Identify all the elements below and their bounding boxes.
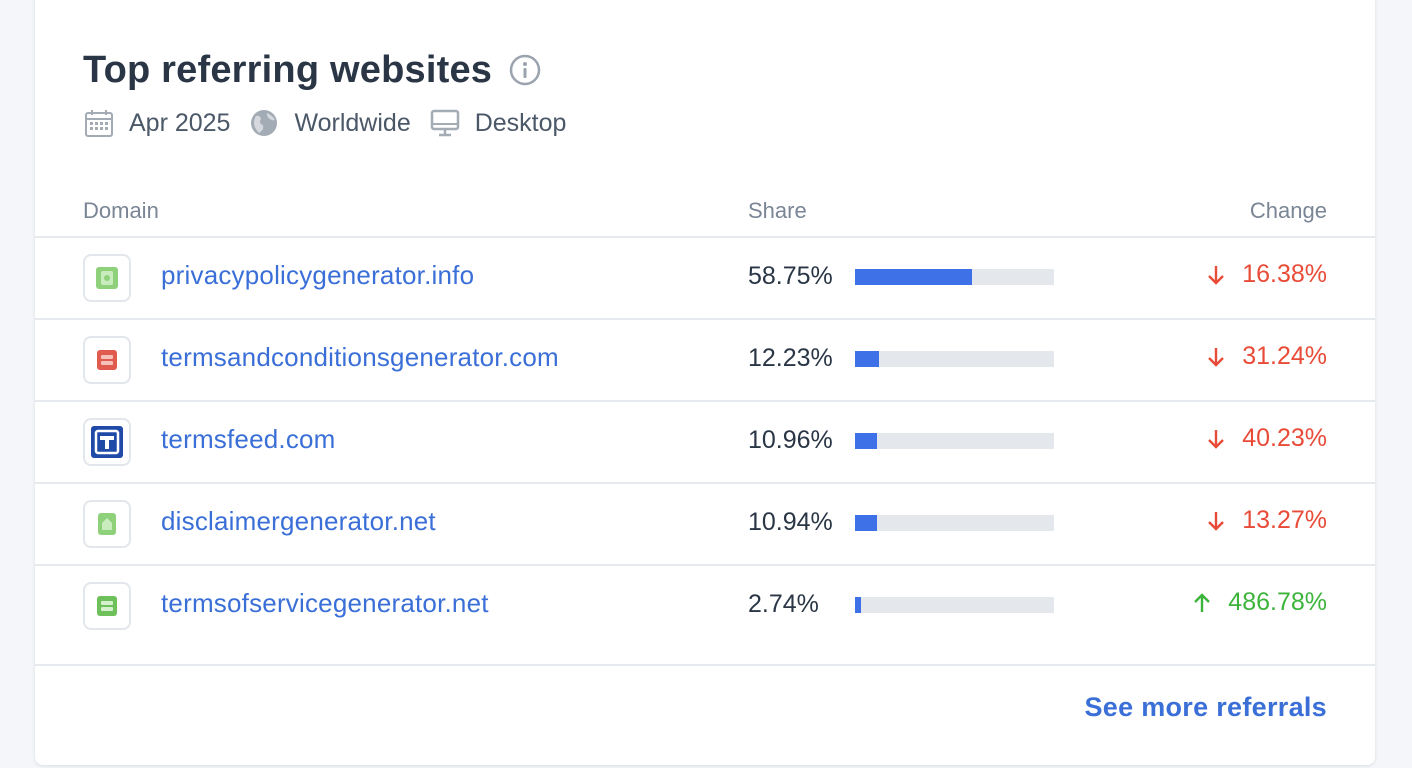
change-cell: 40.23% (1204, 424, 1327, 453)
share-bar (855, 269, 1054, 285)
share-value: 12.23% (748, 344, 833, 372)
share-column-header[interactable]: Share (748, 198, 807, 224)
share-bar (855, 351, 1054, 367)
meta-row: Apr 2025 Worldwide Desktop (83, 103, 1327, 143)
device-label: Desktop (474, 108, 567, 137)
share-bar-fill (855, 515, 877, 531)
change-cell: 16.38% (1204, 260, 1327, 289)
arrow-down-icon (1204, 345, 1228, 369)
domain-link[interactable]: privacypolicygenerator.info (161, 260, 474, 291)
table-row: termsandconditionsgenerator.com 12.23% 3… (35, 320, 1375, 402)
change-value: 486.78% (1228, 588, 1327, 616)
change-value: 31.24% (1242, 342, 1327, 370)
favicon-icon (83, 500, 131, 548)
table-row: privacypolicygenerator.info 58.75% 16.38… (35, 238, 1375, 320)
arrow-down-icon (1204, 427, 1228, 451)
share-bar (855, 515, 1054, 531)
change-value: 13.27% (1242, 506, 1327, 534)
referrals-table: privacypolicygenerator.info 58.75% 16.38… (35, 238, 1375, 666)
arrow-down-icon (1204, 263, 1228, 287)
share-bar (855, 433, 1054, 449)
change-column-header[interactable]: Change (1250, 198, 1327, 224)
arrow-down-icon (1204, 509, 1228, 533)
share-value: 10.94% (748, 508, 833, 536)
share-bar-fill (855, 269, 972, 285)
share-value: 2.74% (748, 590, 819, 618)
info-icon[interactable] (508, 53, 542, 87)
favicon-icon (83, 254, 131, 302)
share-bar-fill (855, 597, 861, 613)
table-row: disclaimergenerator.net 10.94% 13.27% (35, 484, 1375, 566)
see-more-referrals-link[interactable]: See more referrals (1084, 692, 1327, 723)
share-bar-fill (855, 351, 879, 367)
change-cell: 486.78% (1190, 588, 1327, 617)
change-cell: 31.24% (1204, 342, 1327, 371)
table-header: Domain Share Change (35, 188, 1375, 238)
domain-link[interactable]: disclaimergenerator.net (161, 506, 436, 537)
arrow-up-icon (1190, 591, 1214, 615)
favicon-icon (83, 336, 131, 384)
share-value: 58.75% (748, 262, 833, 290)
card-header: Top referring websites Apr 2025 Worldwid… (83, 45, 1327, 143)
domain-link[interactable]: termsofservicegenerator.net (161, 588, 489, 619)
share-value: 10.96% (748, 426, 833, 454)
domain-link[interactable]: termsandconditionsgenerator.com (161, 342, 559, 373)
favicon-icon (83, 418, 131, 466)
share-bar (855, 597, 1054, 613)
desktop-icon (429, 107, 461, 139)
title-row: Top referring websites (83, 45, 1327, 95)
region-label: Worldwide (294, 108, 411, 137)
favicon-icon (83, 582, 131, 630)
table-row: termsofservicegenerator.net 2.74% 486.78… (35, 566, 1375, 666)
date-label: Apr 2025 (129, 108, 231, 137)
card-title: Top referring websites (83, 48, 493, 91)
change-value: 40.23% (1242, 424, 1327, 452)
domain-column-header[interactable]: Domain (83, 198, 159, 224)
change-cell: 13.27% (1204, 506, 1327, 535)
change-value: 16.38% (1242, 260, 1327, 288)
calendar-icon (83, 107, 115, 139)
referrals-card: Top referring websites Apr 2025 Worldwid… (35, 0, 1375, 765)
table-row: termsfeed.com 10.96% 40.23% (35, 402, 1375, 484)
share-bar-fill (855, 433, 877, 449)
domain-link[interactable]: termsfeed.com (161, 424, 336, 455)
globe-icon (248, 107, 280, 139)
